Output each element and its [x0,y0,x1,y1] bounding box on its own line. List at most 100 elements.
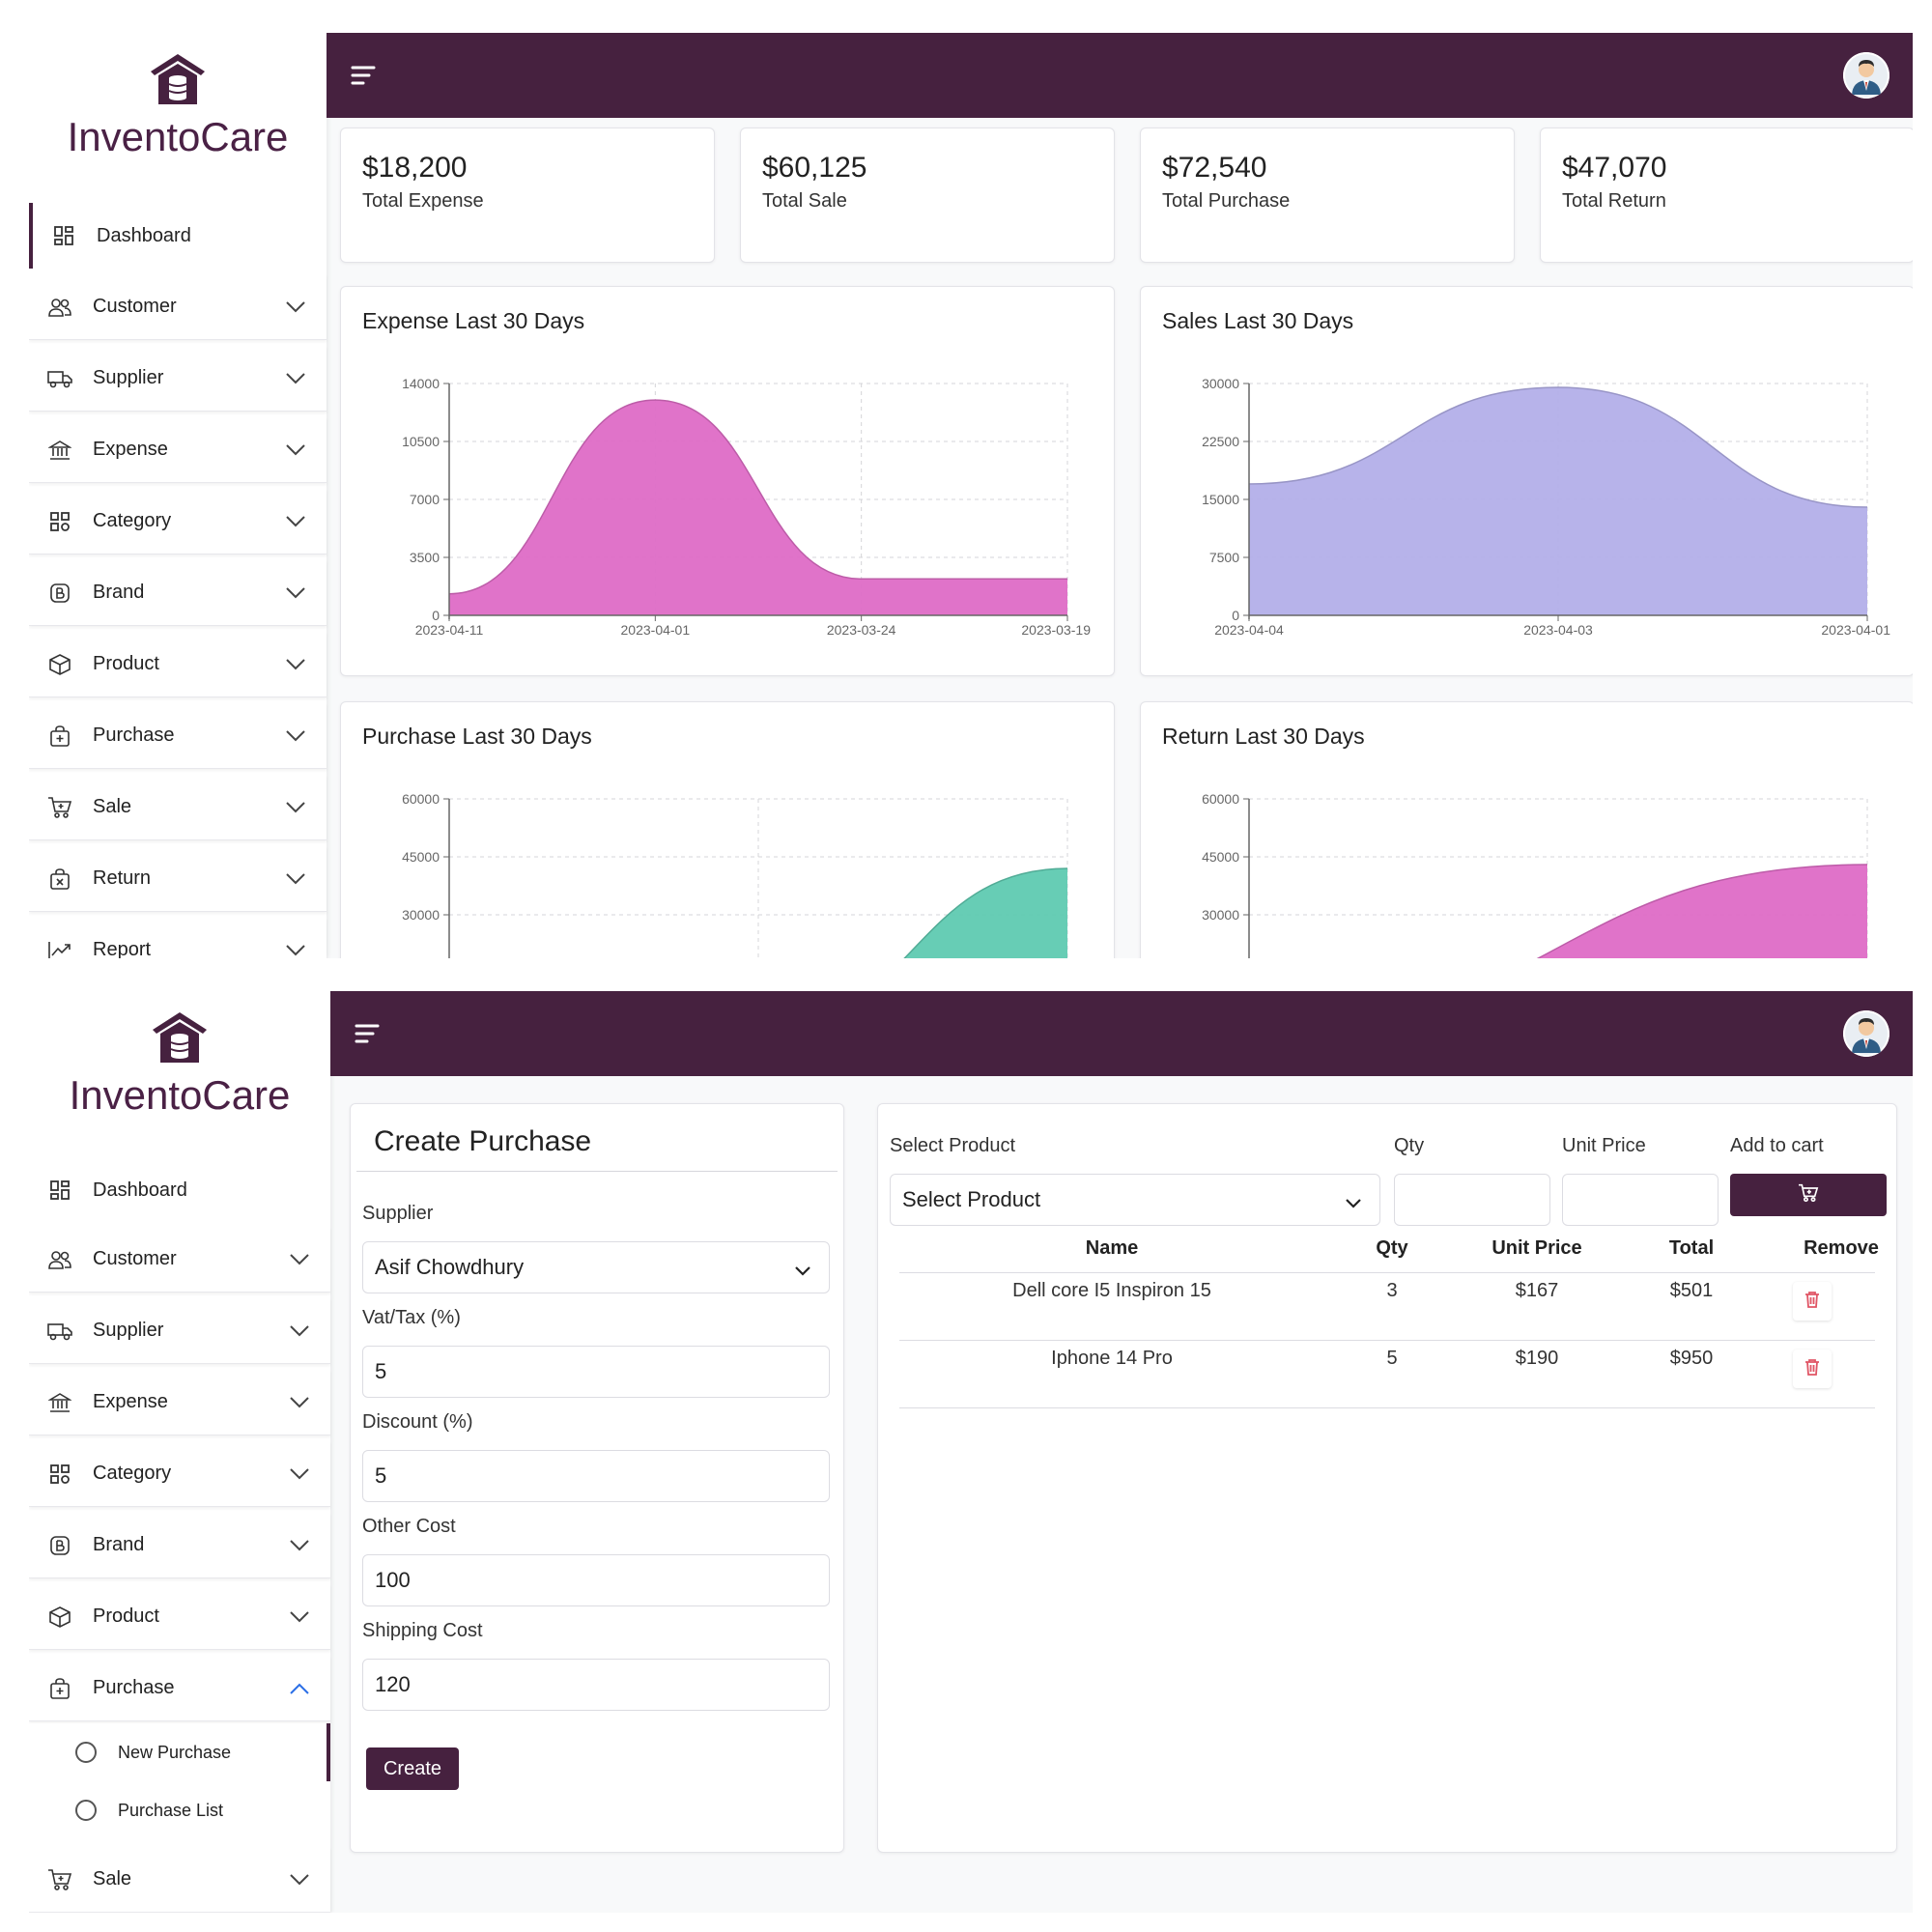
y-tick-label: 14000 [402,376,440,391]
sidebar-subitem-new-purchase[interactable]: New Purchase [29,1723,330,1781]
qty-input[interactable] [1394,1174,1550,1226]
shipping-cost-input[interactable]: 120 [362,1659,830,1711]
chevron-up-icon [286,1675,313,1702]
sidebar-item-product[interactable]: Product [29,1584,330,1650]
cell-total: $501 [1669,1280,1714,1301]
brand: InventoCare [29,1010,330,1155]
app-name: InventoCare [67,114,289,159]
user-avatar[interactable] [1843,52,1889,99]
x-tick-label: 2023-04-03 [1523,622,1593,638]
sidebar-item-customer[interactable]: Customer [29,1227,330,1293]
sidebar-item-purchase[interactable]: Purchase [29,703,327,769]
category-grid-icon [46,508,73,535]
cart-icon [46,1866,73,1893]
sidebar-item-label: Purchase [93,1677,175,1698]
vat-input[interactable]: 5 [362,1346,830,1398]
app-name: InventoCare [69,1072,291,1118]
sidebar-item-label: Sale [93,796,132,817]
y-tick-label: 30000 [1202,376,1239,391]
user-avatar[interactable] [1843,1010,1889,1057]
sidebar-item-supplier[interactable]: Supplier [29,1298,330,1364]
x-tick-label: 2023-03-24 [827,622,896,638]
chart-card-expense: Expense Last 30 Days 0 3500 7000 10500 14000… [340,286,1115,676]
product-selected-value: Select Product [902,1187,1041,1211]
stat-label: Total Return [1562,190,1666,212]
chevron-down-icon [286,1461,313,1488]
other-cost-input[interactable]: 100 [362,1554,830,1606]
add-to-cart-button[interactable] [1730,1174,1887,1216]
remove-item-button[interactable] [1793,1282,1832,1321]
menu-toggle-icon[interactable] [354,1020,381,1047]
add-to-cart-label: Add to cart [1730,1135,1824,1156]
sidebar-item-product[interactable]: Product [29,632,327,697]
sidebar-item-label: Supplier [93,1320,164,1341]
dashboard-icon [46,1177,73,1204]
sidebar-item-category[interactable]: Category [29,1441,330,1507]
warehouse-logo-icon [151,54,205,104]
create-purchase-screen: InventoCare Dashboard Customer Supplier … [29,991,1913,1913]
bank-icon [46,1389,73,1416]
sidebar-item-label: Dashboard [93,1179,187,1201]
dashboard-screen: InventoCare Dashboard Customer Supplier … [29,33,1913,958]
sidebar-item-expense[interactable]: Expense [29,1370,330,1435]
sidebar-item-supplier[interactable]: Supplier [29,346,327,412]
column-header-qty: Qty [1376,1237,1408,1259]
sidebar-item-dashboard[interactable]: Dashboard [29,1157,330,1223]
cell-unit-price: $167 [1515,1280,1559,1301]
chevron-down-icon [282,651,309,678]
sidebar-item-report[interactable]: Report [29,918,327,958]
y-tick-label: 10500 [402,434,440,449]
sidebar-item-brand[interactable]: Brand [29,1513,330,1578]
sidebar-item-sale[interactable]: Sale [29,775,327,840]
sidebar-item-category[interactable]: Category [29,489,327,554]
unit-price-input[interactable] [1562,1174,1719,1226]
stat-card-return: $47,070 Total Return [1540,128,1913,263]
category-grid-icon [46,1461,73,1488]
discount-value: 5 [375,1463,387,1488]
sidebar-item-label: Brand [93,1534,145,1555]
discount-input[interactable]: 5 [362,1450,830,1502]
table-divider [899,1407,1875,1408]
table-divider [899,1272,1875,1273]
top-bar [327,33,1913,118]
sidebar-item-sale[interactable]: Sale [29,1847,330,1913]
sidebar-item-expense[interactable]: Expense [29,417,327,483]
chevron-down-icon [282,794,309,821]
chevron-down-icon [286,1318,313,1345]
sidebar-subitem-label: Purchase List [118,1800,224,1820]
sidebar-item-purchase[interactable]: Purchase [29,1656,330,1721]
product-select[interactable]: Select Product [890,1174,1380,1226]
x-tick-label: 2023-03-19 [1021,622,1091,638]
sidebar-item-label: Report [93,939,152,958]
purchase-area-chart: 30000 45000 60000 [402,791,1068,958]
sales-area-chart: 0 7500 15000 22500 30000 2023-04-04 2023-04-03… [1202,376,1890,638]
sidebar-item-dashboard[interactable]: Dashboard [29,203,327,269]
sidebar-item-customer[interactable]: Customer [29,274,327,340]
table-divider [899,1340,1875,1341]
supplier-select[interactable]: Asif Chowdhury [362,1241,830,1293]
sidebar-item-label: Customer [93,296,177,317]
chevron-down-icon [286,1532,313,1559]
menu-toggle-icon[interactable] [350,62,377,89]
sidebar-item-label: Return [93,867,152,889]
sidebar-item-label: Category [93,1463,172,1484]
sidebar-item-return[interactable]: Return [29,846,327,912]
sidebar-subitem-purchase-list[interactable]: Purchase List [29,1781,330,1839]
sidebar-item-label: Sale [93,1868,132,1889]
brand: InventoCare [29,52,327,197]
create-button[interactable]: Create [366,1747,459,1790]
stat-label: Total Sale [762,190,847,212]
y-tick-label: 30000 [402,907,440,923]
y-tick-label: 0 [1232,608,1239,623]
trash-icon [1804,1291,1820,1313]
stat-card-sale: $60,125 Total Sale [740,128,1115,263]
create-purchase-card: Create Purchase Supplier Asif Chowdhury … [350,1103,844,1853]
chevron-down-icon [286,1389,313,1416]
y-tick-label: 45000 [1202,849,1239,865]
sidebar: InventoCare Dashboard Customer Supplier … [29,991,330,1913]
y-tick-label: 15000 [1202,492,1239,507]
cart-icon [1798,1183,1819,1208]
remove-item-button[interactable] [1793,1350,1832,1388]
sidebar-item-brand[interactable]: Brand [29,560,327,626]
chevron-down-icon [282,294,309,321]
